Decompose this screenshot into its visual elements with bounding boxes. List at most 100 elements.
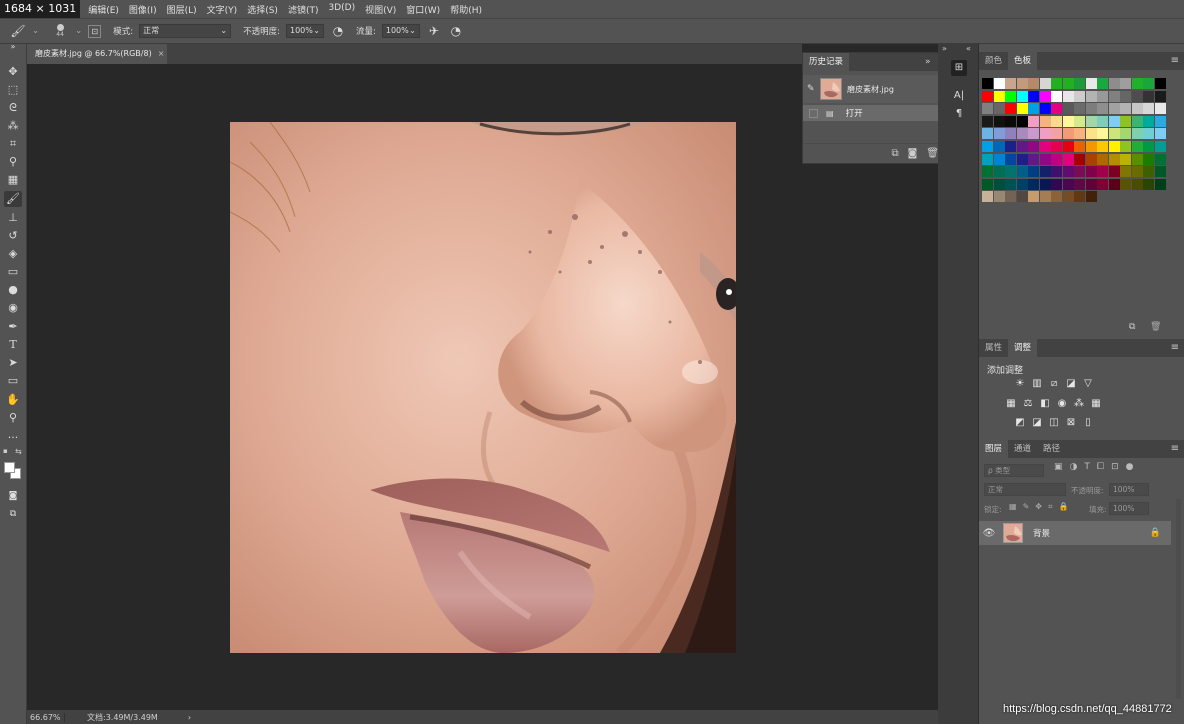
- color-swatch[interactable]: [1074, 115, 1085, 127]
- color-swatch[interactable]: [1097, 78, 1108, 89]
- tab-color[interactable]: 颜色: [979, 52, 1008, 70]
- dodge-tool-icon[interactable]: ◉: [4, 300, 22, 316]
- shape-filter-icon[interactable]: ⧠: [1097, 462, 1104, 472]
- eyedropper-tool-icon[interactable]: ⚲: [4, 154, 22, 170]
- color-swatch[interactable]: [1028, 128, 1039, 140]
- screen-mode-icon[interactable]: ⧉: [4, 506, 22, 522]
- close-icon[interactable]: ×: [158, 49, 165, 58]
- crop-tool-icon[interactable]: ⌗: [4, 136, 22, 152]
- color-swatch[interactable]: [1154, 178, 1166, 190]
- color-swatch[interactable]: [1051, 128, 1062, 140]
- adjustment-filter-icon[interactable]: ◑: [1070, 462, 1078, 472]
- panel-menu-icon[interactable]: ≡: [1171, 55, 1179, 66]
- new-swatch-icon[interactable]: ⧉: [1129, 322, 1135, 332]
- color-swatch[interactable]: [993, 90, 1005, 102]
- color-swatch[interactable]: [1120, 78, 1131, 89]
- menu-item[interactable]: 选择(S): [242, 3, 283, 16]
- history-snapshot[interactable]: ✎ 磨皮素材.jpg: [803, 75, 940, 103]
- color-swatch[interactable]: [1120, 103, 1131, 115]
- color-swatch[interactable]: [1062, 78, 1074, 89]
- color-swatch[interactable]: [1028, 115, 1039, 127]
- color-swatch[interactable]: [1131, 153, 1143, 165]
- color-swatch[interactable]: [1039, 141, 1051, 152]
- hue-saturation-icon[interactable]: ▦: [1005, 398, 1017, 410]
- color-swatch[interactable]: [1108, 90, 1120, 102]
- color-swatch[interactable]: [1085, 178, 1097, 190]
- color-swatch[interactable]: [1154, 103, 1166, 115]
- fill-input[interactable]: 100%: [1109, 502, 1149, 515]
- channel-mixer-icon[interactable]: ⁂: [1073, 398, 1085, 410]
- color-swatch[interactable]: [1143, 178, 1154, 190]
- color-swatch[interactable]: [1074, 166, 1085, 178]
- paragraph-panel-icon[interactable]: ¶: [951, 106, 967, 122]
- color-swatch[interactable]: [1108, 128, 1120, 140]
- eraser-tool-icon[interactable]: ◈: [4, 246, 22, 262]
- color-swatch[interactable]: [1108, 103, 1120, 115]
- color-swatch[interactable]: [1108, 141, 1120, 152]
- type-filter-icon[interactable]: T: [1084, 462, 1090, 472]
- threshold-icon[interactable]: ◫: [1048, 417, 1060, 429]
- menu-item[interactable]: 窗口(W): [401, 3, 445, 16]
- lock-transparent-icon[interactable]: ▦: [1009, 502, 1017, 512]
- color-swatch[interactable]: [1097, 153, 1108, 165]
- color-swatch[interactable]: [1154, 128, 1166, 140]
- camera-icon[interactable]: ◙: [908, 148, 918, 159]
- color-swatch[interactable]: [1005, 166, 1016, 178]
- blur-tool-icon[interactable]: ●: [4, 282, 22, 298]
- tab-swatches[interactable]: 色板: [1008, 52, 1038, 70]
- quick-mask-icon[interactable]: ◙: [4, 488, 22, 504]
- color-swatch[interactable]: [1143, 90, 1154, 102]
- color-swatch[interactable]: [1016, 78, 1028, 89]
- color-swatch[interactable]: [1016, 103, 1028, 115]
- color-swatch[interactable]: [1120, 90, 1131, 102]
- brush-settings-panel-icon[interactable]: ⊡: [88, 24, 102, 38]
- color-swatch[interactable]: [1120, 166, 1131, 178]
- color-swatch[interactable]: [1005, 103, 1016, 115]
- color-swatch[interactable]: [1085, 115, 1097, 127]
- brush-dropdown-icon[interactable]: ⌄: [75, 26, 82, 36]
- color-swatch[interactable]: [982, 90, 993, 102]
- color-swatch[interactable]: [993, 153, 1005, 165]
- color-swatch[interactable]: [1154, 166, 1166, 178]
- layer-filter-select[interactable]: ρ 类型: [984, 464, 1044, 477]
- color-swatch[interactable]: [1074, 178, 1085, 190]
- collapse-panel-icon[interactable]: »: [925, 57, 931, 67]
- menu-item[interactable]: 帮助(H): [445, 3, 487, 16]
- color-swatch[interactable]: [1131, 128, 1143, 140]
- pressure-size-icon[interactable]: ◔: [448, 24, 464, 38]
- color-swatch[interactable]: [1143, 141, 1154, 152]
- brush-tool-icon[interactable]: 🖌: [4, 191, 22, 207]
- panel-menu-icon[interactable]: ≡: [1171, 443, 1179, 454]
- document-image[interactable]: [230, 122, 736, 653]
- color-swatch[interactable]: [1108, 153, 1120, 165]
- color-swatch[interactable]: [1005, 78, 1016, 89]
- history-brush-source-icon[interactable]: ✎: [807, 84, 815, 94]
- pen-tool-icon[interactable]: ✒: [4, 319, 22, 335]
- color-swatch[interactable]: [1085, 90, 1097, 102]
- opacity-input[interactable]: 100% ⌄: [286, 24, 324, 38]
- color-swatch[interactable]: [1051, 166, 1062, 178]
- color-swatch[interactable]: [1085, 153, 1097, 165]
- exposure-icon[interactable]: ◪: [1065, 378, 1077, 390]
- status-menu-arrow-icon[interactable]: ›: [188, 713, 191, 722]
- move-tool-icon[interactable]: ✥: [4, 64, 22, 80]
- color-swatch[interactable]: [1039, 153, 1051, 165]
- brightness-contrast-icon[interactable]: ☀: [1014, 378, 1026, 390]
- marquee-tool-icon[interactable]: ⬚: [4, 82, 22, 98]
- color-swatch[interactable]: [1143, 128, 1154, 140]
- airbrush-icon[interactable]: ✈: [426, 24, 442, 38]
- color-swatch[interactable]: [1074, 153, 1085, 165]
- history-panel-icon[interactable]: ⊞: [951, 60, 967, 76]
- lock-move-icon[interactable]: ✥: [1035, 502, 1042, 512]
- swap-colors-icon[interactable]: ⇆: [15, 447, 22, 456]
- rectangle-tool-icon[interactable]: ▭: [4, 373, 22, 389]
- selective-color-icon[interactable]: ⊠: [1065, 417, 1077, 429]
- levels-icon[interactable]: ▥: [1031, 378, 1043, 390]
- color-swatch[interactable]: [1005, 153, 1016, 165]
- color-swatch[interactable]: [1074, 78, 1085, 89]
- color-swatch[interactable]: [1154, 141, 1166, 152]
- color-swatch[interactable]: [1085, 103, 1097, 115]
- tab-properties[interactable]: 属性: [979, 339, 1008, 357]
- color-swatch[interactable]: [1120, 128, 1131, 140]
- color-swatch[interactable]: [1016, 115, 1028, 127]
